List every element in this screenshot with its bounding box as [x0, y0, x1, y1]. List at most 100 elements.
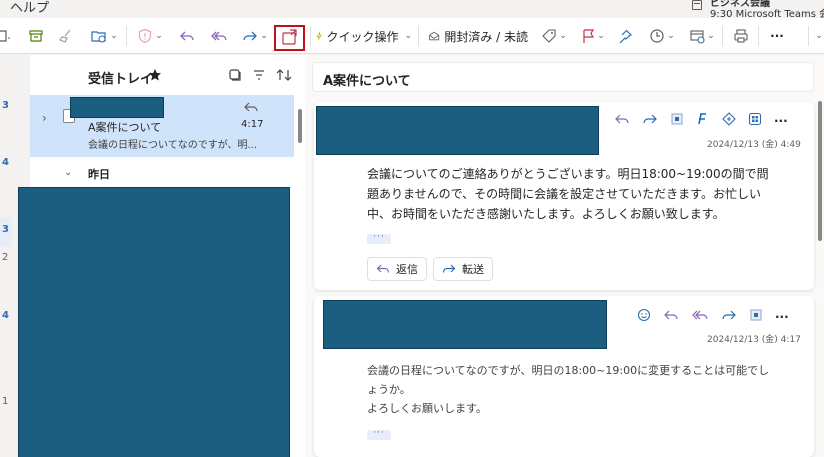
reply-all-icon[interactable] [691, 308, 709, 325]
pin-button[interactable] [614, 24, 636, 48]
group-header-yesterday[interactable]: ⌄ 昨日 [30, 157, 294, 187]
chevron-down-icon: ⌄ [110, 31, 118, 41]
message-card: ··· 2024/12/13 (金) 4:49 会議についてのご連絡ありがとうご… [314, 102, 814, 290]
move-icon-partial[interactable]: ⌄ [0, 24, 14, 48]
svg-text:⌄: ⌄ [6, 32, 10, 41]
read-unread-button[interactable]: 開封済み / 未読 [428, 24, 528, 48]
reply-label: 返信 [396, 263, 418, 276]
message-list-scrollbar[interactable] [298, 109, 302, 143]
message-list-header: 受信トレイ [30, 55, 305, 95]
select-mode-icon[interactable] [228, 68, 242, 85]
teams-share-icon[interactable] [670, 112, 684, 129]
lightning-icon [316, 32, 322, 40]
filter-icon[interactable] [252, 68, 266, 85]
toolbar-divider [722, 26, 723, 46]
message-actions: ··· [614, 112, 788, 129]
chevron-right-icon[interactable]: › [42, 111, 47, 125]
folder-title: 受信トレイ [88, 72, 154, 87]
chevron-down-icon: ⌄ [404, 31, 412, 41]
reply-pill-button[interactable]: 返信 [367, 257, 427, 281]
shield-icon [139, 28, 152, 44]
clock-icon [650, 29, 664, 43]
message-actions: ··· [637, 308, 789, 325]
unread-count: 4 [2, 310, 9, 321]
reading-pane: A案件について ··· 2024/12/13 (金) 4:49 会議についてのご… [305, 55, 824, 457]
unread-count: 2 [2, 252, 9, 263]
flag-button[interactable]: ⌄ [578, 24, 608, 48]
rules-button[interactable]: ⌄ [686, 24, 718, 48]
toolbar-divider [310, 26, 311, 46]
report-button[interactable]: ⌄ [134, 24, 166, 48]
redacted-sender-info [316, 106, 599, 155]
snooze-button[interactable]: ⌄ [646, 24, 678, 48]
chevron-down-icon: ⌄ [597, 31, 605, 41]
tag-icon [542, 29, 556, 43]
quick-action-label: クイック操作 [326, 29, 399, 44]
message-preview: 会議の日程についてなのですが、明... [88, 140, 258, 151]
message-body-line: 会議の日程についてなのですが、明日の18:00~19:00に変更することは可能で… [367, 364, 770, 377]
toolbar-divider [418, 26, 419, 46]
help-tab[interactable]: ヘルプ [10, 0, 49, 16]
move-to-button[interactable]: ⌄ [88, 24, 120, 48]
envelope-open-icon [429, 31, 440, 41]
loop-icon[interactable] [696, 112, 710, 129]
chevron-down-icon: ⌄ [559, 31, 567, 41]
reply-all-button[interactable] [208, 24, 230, 48]
read-unread-label: 開封済み / 未読 [444, 29, 528, 44]
message-body-line: 題ありませんので、その時間に会議を設定させていただきます。お忙しい [367, 187, 761, 201]
favorite-star-icon[interactable] [148, 68, 162, 85]
sweep-button[interactable] [56, 24, 76, 48]
chevron-down-icon[interactable]: ⌄ [64, 167, 72, 178]
more-actions-icon[interactable]: ··· [774, 114, 788, 128]
meeting-reminder[interactable]: ビジネス会議 9:30 Microsoft Teams 会議 [692, 0, 824, 20]
translate-icon[interactable] [722, 112, 736, 129]
toolbar-divider [126, 26, 127, 46]
forward-label: 転送 [462, 263, 484, 276]
message-list-item-selected[interactable]: › A案件について 4:17 会議の日程についてなのですが、明... [30, 95, 294, 157]
reply-icon[interactable] [614, 112, 630, 129]
archive-button[interactable] [26, 24, 46, 48]
forward-icon[interactable] [642, 112, 658, 129]
categorize-button[interactable]: ⌄ [538, 24, 570, 48]
unread-count: 3 [2, 100, 9, 111]
message-body-line: 会議についてのご連絡ありがとうございます。明日18:00~19:00の間で問 [367, 167, 769, 181]
reply-icon [180, 31, 194, 41]
redacted-sender-info [323, 300, 607, 349]
forward-pill-button[interactable]: 転送 [433, 257, 493, 281]
apps-icon[interactable] [748, 112, 762, 129]
forward-icon [442, 264, 456, 273]
more-options-button[interactable]: ··· [766, 24, 788, 48]
message-body-line: よろしくお願いします。 [367, 402, 487, 415]
redacted-message-list-area [18, 187, 290, 457]
printer-icon [734, 29, 748, 43]
reading-pane-scrollbar[interactable] [818, 101, 822, 241]
reply-icon[interactable] [663, 308, 679, 325]
share-icon [282, 29, 297, 45]
reply-icon [376, 264, 390, 273]
group-label: 昨日 [88, 168, 110, 181]
teams-share-icon[interactable] [749, 308, 763, 325]
quick-action-button[interactable]: クイック操作 ⌄ [316, 24, 412, 48]
reply-button[interactable] [176, 24, 198, 48]
print-button[interactable] [730, 24, 752, 48]
reaction-icon[interactable] [637, 308, 651, 325]
reply-all-icon [211, 31, 227, 41]
more-actions-icon[interactable]: ··· [775, 310, 789, 324]
forward-icon[interactable] [721, 308, 737, 325]
folder-pane-rail: 3 4 3 2 4 1 [0, 54, 18, 457]
forward-icon [243, 31, 258, 41]
forward-button[interactable]: ⌄ [240, 24, 270, 48]
chevron-down-icon: ⌄ [667, 31, 675, 41]
show-more-chip[interactable]: ··· [367, 233, 391, 244]
sort-icon[interactable] [276, 68, 292, 85]
redacted-sender [70, 97, 164, 118]
chevron-down-icon: ⌄ [155, 31, 163, 41]
unread-count: 1 [2, 396, 9, 407]
chevron-down-icon: ⌄ [815, 31, 823, 41]
toolbar-divider [808, 26, 809, 46]
highlighted-share-to-teams-button[interactable] [274, 25, 305, 51]
ribbon-toolbar: ⌄ ⌄ ⌄ ⌄ クイック操作 ⌄ 開封済み / 未読 ⌄ ⌄ ⌄ ⌄ ··· ⌄ [0, 18, 824, 54]
show-more-chip[interactable]: ··· [367, 429, 391, 440]
ribbon-collapse-button[interactable]: ⌄ [812, 24, 824, 48]
flag-icon [583, 29, 595, 43]
